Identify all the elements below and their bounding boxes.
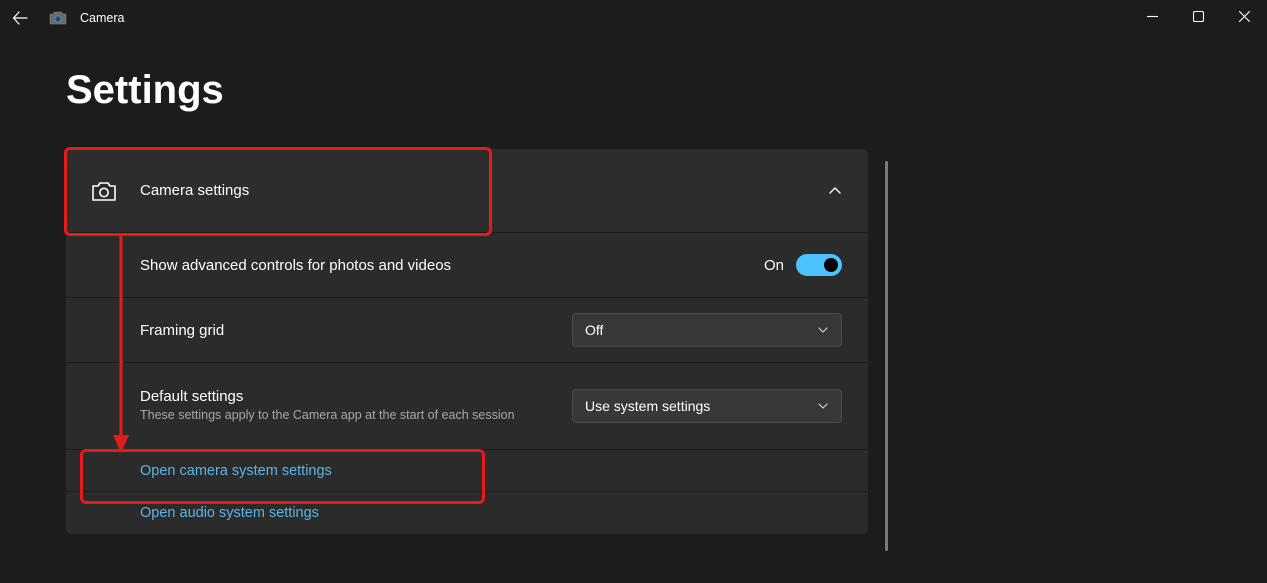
chevron-up-icon (828, 184, 842, 198)
camera-settings-panel: Camera settings Show advanced controls f… (66, 149, 868, 534)
advanced-controls-label: Show advanced controls for photos and vi… (140, 257, 451, 274)
open-camera-system-settings-link[interactable]: Open camera system settings (140, 463, 332, 479)
arrow-left-icon (12, 10, 28, 26)
chevron-down-icon (817, 324, 829, 336)
open-camera-system-settings-row[interactable]: Open camera system settings (66, 450, 868, 492)
chevron-down-icon (817, 400, 829, 412)
camera-icon (92, 180, 116, 202)
camera-settings-header-label: Camera settings (140, 182, 249, 199)
close-icon (1239, 11, 1250, 22)
camera-settings-header[interactable]: Camera settings (66, 149, 868, 233)
default-settings-value: Use system settings (585, 398, 710, 414)
open-audio-system-settings-link[interactable]: Open audio system settings (140, 505, 319, 521)
advanced-controls-row: Show advanced controls for photos and vi… (66, 233, 868, 298)
advanced-controls-state-label: On (764, 257, 784, 274)
maximize-button[interactable] (1175, 0, 1221, 32)
advanced-controls-toggle[interactable] (796, 254, 842, 276)
framing-grid-label: Framing grid (140, 322, 224, 339)
default-settings-row: Default settings These settings apply to… (66, 363, 868, 450)
back-button[interactable] (6, 4, 34, 32)
app-title: Camera (80, 11, 124, 25)
camera-app-icon (48, 10, 68, 26)
open-audio-system-settings-row[interactable]: Open audio system settings (66, 492, 868, 534)
minimize-button[interactable] (1129, 0, 1175, 32)
default-settings-select[interactable]: Use system settings (572, 389, 842, 423)
titlebar: Camera (0, 0, 1267, 36)
default-settings-label: Default settings (140, 388, 515, 405)
close-button[interactable] (1221, 0, 1267, 32)
framing-grid-select[interactable]: Off (572, 313, 842, 347)
framing-grid-value: Off (585, 322, 603, 338)
default-settings-sub: These settings apply to the Camera app a… (140, 407, 515, 424)
minimize-icon (1147, 11, 1158, 22)
maximize-icon (1193, 11, 1204, 22)
page-title: Settings (66, 68, 1201, 113)
scrollbar[interactable] (885, 161, 888, 551)
framing-grid-row: Framing grid Off (66, 298, 868, 363)
